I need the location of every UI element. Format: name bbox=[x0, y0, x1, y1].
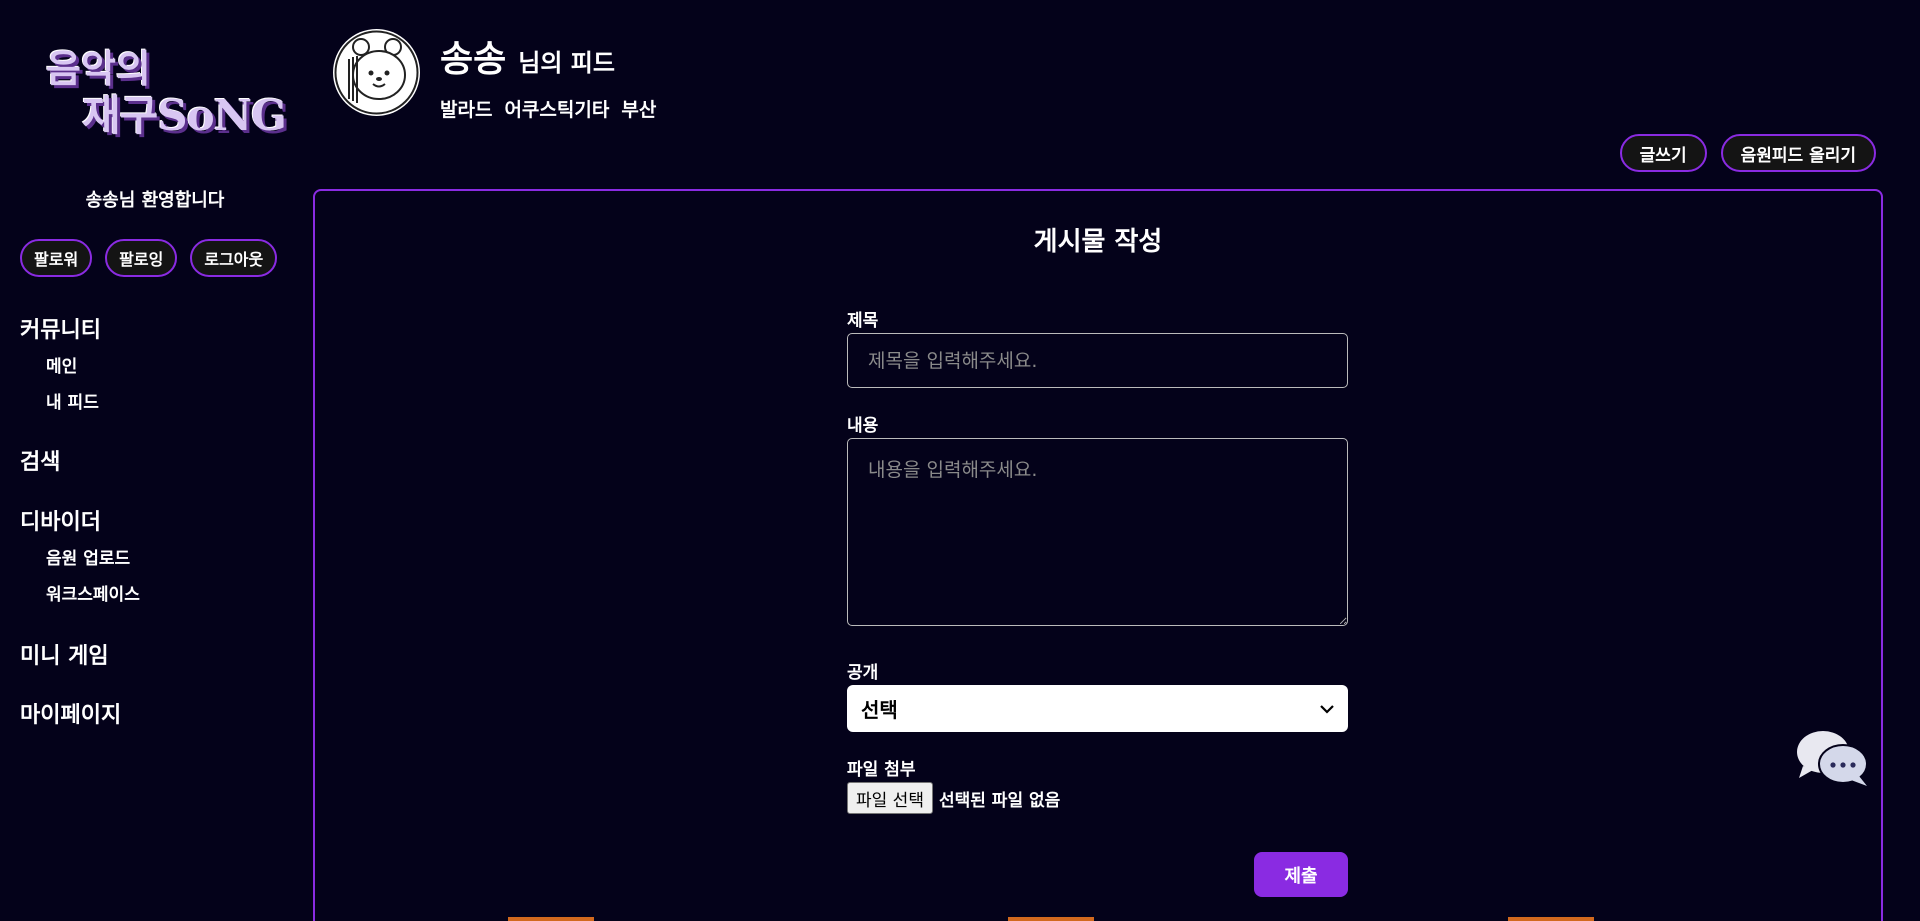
file-attach-row: 파일 선택 선택된 파일 없음 bbox=[847, 782, 1060, 814]
profile-tag: 발라드 bbox=[440, 99, 493, 121]
avatar[interactable] bbox=[333, 29, 420, 116]
visibility-selected-value: 선택 bbox=[861, 698, 898, 722]
logo-line-2: 재구SoNG bbox=[82, 91, 287, 140]
file-label: 파일 첨부 bbox=[847, 760, 916, 780]
nav-my-feed[interactable]: 내 피드 bbox=[20, 388, 99, 413]
card-edge bbox=[1008, 917, 1094, 921]
profile-heading: 송송 님의 피드 bbox=[440, 30, 615, 82]
nav-search[interactable]: 검색 bbox=[20, 444, 60, 476]
profile-tags: 발라드 어쿠스틱기타 부산 bbox=[440, 95, 656, 122]
visibility-label: 공개 bbox=[847, 663, 879, 683]
visibility-select[interactable]: 선택 bbox=[847, 685, 1348, 732]
profile-name: 송송 bbox=[440, 39, 507, 80]
follower-button[interactable]: 팔로워 bbox=[20, 239, 93, 277]
chat-bubbles-icon bbox=[1797, 731, 1868, 786]
nav-community[interactable]: 커뮤니티 bbox=[20, 312, 101, 344]
nav-mini-game[interactable]: 미니 게임 bbox=[20, 638, 109, 670]
profile-feed-suffix: 님의 피드 bbox=[518, 49, 615, 77]
welcome-message: 송송님 환영합니다 bbox=[85, 190, 225, 211]
profile-tag: 어쿠스틱기타 bbox=[504, 99, 610, 121]
nav-audio-upload[interactable]: 음원 업로드 bbox=[20, 544, 130, 569]
submit-button[interactable]: 제출 bbox=[1254, 852, 1348, 897]
chevron-down-icon bbox=[1320, 704, 1334, 714]
file-select-button[interactable]: 파일 선택 bbox=[847, 782, 933, 814]
nav-mypage[interactable]: 마이페이지 bbox=[20, 697, 121, 729]
nav-divider[interactable]: 디바이더 bbox=[20, 504, 101, 536]
profile-tag: 부산 bbox=[621, 99, 657, 121]
content-label: 내용 bbox=[847, 416, 879, 436]
nav-main[interactable]: 메인 bbox=[20, 352, 77, 377]
top-actions: 글쓰기 음원피드 올리기 bbox=[1619, 134, 1876, 172]
subject-label: 제목 bbox=[847, 311, 879, 331]
write-button[interactable]: 글쓰기 bbox=[1619, 134, 1707, 172]
content-textarea[interactable] bbox=[847, 438, 1348, 626]
upload-feed-button[interactable]: 음원피드 올리기 bbox=[1720, 134, 1876, 172]
app-page: 음악의 재구SoNG 송송 님의 피드 발라드 어쿠스틱기타 부산 글쓰기 음원… bbox=[0, 0, 1920, 921]
site-logo[interactable]: 음악의 재구SoNG bbox=[44, 38, 294, 140]
following-button[interactable]: 팔로잉 bbox=[105, 239, 178, 277]
card-edge bbox=[1508, 917, 1594, 921]
bear-avatar-icon bbox=[334, 30, 419, 115]
file-status: 선택된 파일 없음 bbox=[938, 790, 1061, 811]
chat-button[interactable] bbox=[1793, 728, 1873, 792]
subject-input[interactable] bbox=[847, 333, 1348, 388]
nav-workspace[interactable]: 워크스페이스 bbox=[20, 580, 140, 605]
page-title: 게시물 작성 bbox=[1033, 227, 1163, 257]
card-edge bbox=[508, 917, 594, 921]
sidebar-buttons: 팔로워 팔로잉 로그아웃 bbox=[20, 239, 278, 277]
logout-button[interactable]: 로그아웃 bbox=[190, 239, 278, 277]
